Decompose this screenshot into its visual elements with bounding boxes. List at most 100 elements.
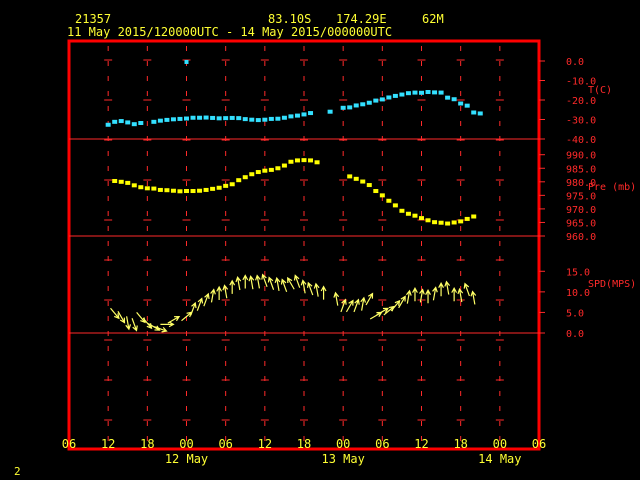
pressure-point [425, 218, 431, 223]
x-date-label: 14 May [478, 452, 521, 466]
wind-arrow [196, 297, 204, 311]
y-tick-label: 965.0 [566, 218, 596, 229]
wind-arrow [136, 312, 146, 324]
y-tick-label: 0.0 [566, 329, 584, 340]
wind-arrow [340, 298, 347, 313]
temperature-point [138, 121, 144, 126]
wind-arrow [432, 286, 438, 301]
pressure-point [379, 193, 385, 198]
temperature-point [419, 90, 424, 95]
y-tick-label: -40.0 [566, 135, 596, 146]
panel-label-temperature: T(C) [588, 85, 612, 96]
wind-arrow [320, 285, 327, 300]
temperature-point [471, 110, 477, 115]
pressure-point [405, 211, 411, 216]
temperature-point [170, 117, 176, 122]
pressure-point [138, 185, 144, 190]
pressure-point [281, 163, 287, 168]
wind-arrow [242, 274, 249, 289]
wind-arrow [267, 276, 275, 290]
wind-arrow [313, 282, 320, 297]
wind-arrow [333, 291, 340, 306]
x-tick-label: 12 [101, 437, 115, 451]
temperature-point [236, 116, 242, 121]
temperature-point [373, 98, 379, 103]
y-tick-label: 5.0 [566, 308, 584, 319]
pressure-point [458, 219, 464, 224]
wind-arrow [261, 273, 268, 288]
wind-arrow [360, 296, 367, 311]
wind-arrow [210, 288, 216, 303]
temperature-point [360, 102, 366, 107]
wind-arrow [167, 315, 181, 324]
x-tick-label: 06 [218, 437, 232, 451]
wind-arrow [345, 299, 354, 313]
pressure-point [464, 216, 470, 221]
wind-arrow [229, 279, 236, 294]
temperature-point [262, 117, 268, 122]
x-tick-label: 12 [414, 437, 428, 451]
temperature-point [125, 120, 131, 125]
pressure-point [112, 178, 118, 183]
temperature-point [308, 111, 314, 116]
y-tick-label: -30.0 [566, 116, 596, 127]
wind-arrow [203, 292, 210, 307]
x-tick-label: 00 [493, 437, 507, 451]
x-tick-label: 18 [453, 437, 467, 451]
temperature-point [392, 93, 398, 98]
temperature-point [458, 101, 464, 106]
temperature-point [464, 103, 470, 108]
x-tick-label: 06 [375, 437, 389, 451]
wind-arrow [444, 280, 451, 295]
wind-arrow [306, 281, 314, 296]
temperature-point [451, 97, 457, 102]
temperature-point [301, 112, 307, 117]
temperature-point [366, 100, 372, 105]
temperature-point [164, 117, 170, 122]
pressure-point [164, 188, 170, 193]
temperature-point [242, 117, 248, 122]
pressure-point [268, 167, 274, 172]
wind-arrow [365, 292, 374, 306]
wind-arrow [451, 286, 458, 302]
pressure-point [184, 189, 189, 194]
wind-arrow [353, 298, 360, 313]
pressure-point [392, 203, 398, 208]
pressure-point [229, 182, 235, 187]
wind-arrow [216, 285, 223, 301]
y-tick-label: -20.0 [566, 96, 596, 107]
pressure-point [157, 187, 163, 192]
pressure-point [177, 189, 183, 194]
temperature-point [229, 115, 235, 120]
wind-arrow [110, 307, 120, 320]
wind-arrow [190, 301, 197, 316]
wind-arrow [293, 274, 301, 288]
y-tick-label: 960.0 [566, 232, 596, 243]
temperature-point [223, 116, 229, 121]
temperature-point [151, 119, 157, 124]
wind-arrow [405, 289, 412, 304]
wind-arrow [287, 276, 295, 290]
wind-arrow [154, 326, 168, 333]
pressure-point [210, 186, 216, 191]
pressure-point [131, 183, 137, 188]
temperature-point [288, 114, 294, 119]
y-tick-label: 985.0 [566, 164, 596, 175]
pressure-point [451, 220, 457, 225]
wind-arrow [438, 282, 445, 297]
temperature-point [412, 90, 418, 95]
temperature-point [203, 115, 209, 120]
pressure-point [399, 208, 405, 213]
temperature-point [105, 122, 111, 127]
x-date-label: 12 May [165, 452, 208, 466]
wind-arrow [125, 316, 132, 331]
wind-arrow [274, 276, 281, 291]
temperature-point [190, 115, 196, 120]
y-tick-label: 990.0 [566, 151, 596, 162]
y-tick-label: 0.0 [566, 57, 584, 68]
temperature-point [399, 92, 405, 97]
pressure-point [255, 170, 261, 175]
wind-arrow [255, 274, 261, 289]
pressure-point [197, 188, 203, 193]
pressure-point [275, 166, 281, 171]
